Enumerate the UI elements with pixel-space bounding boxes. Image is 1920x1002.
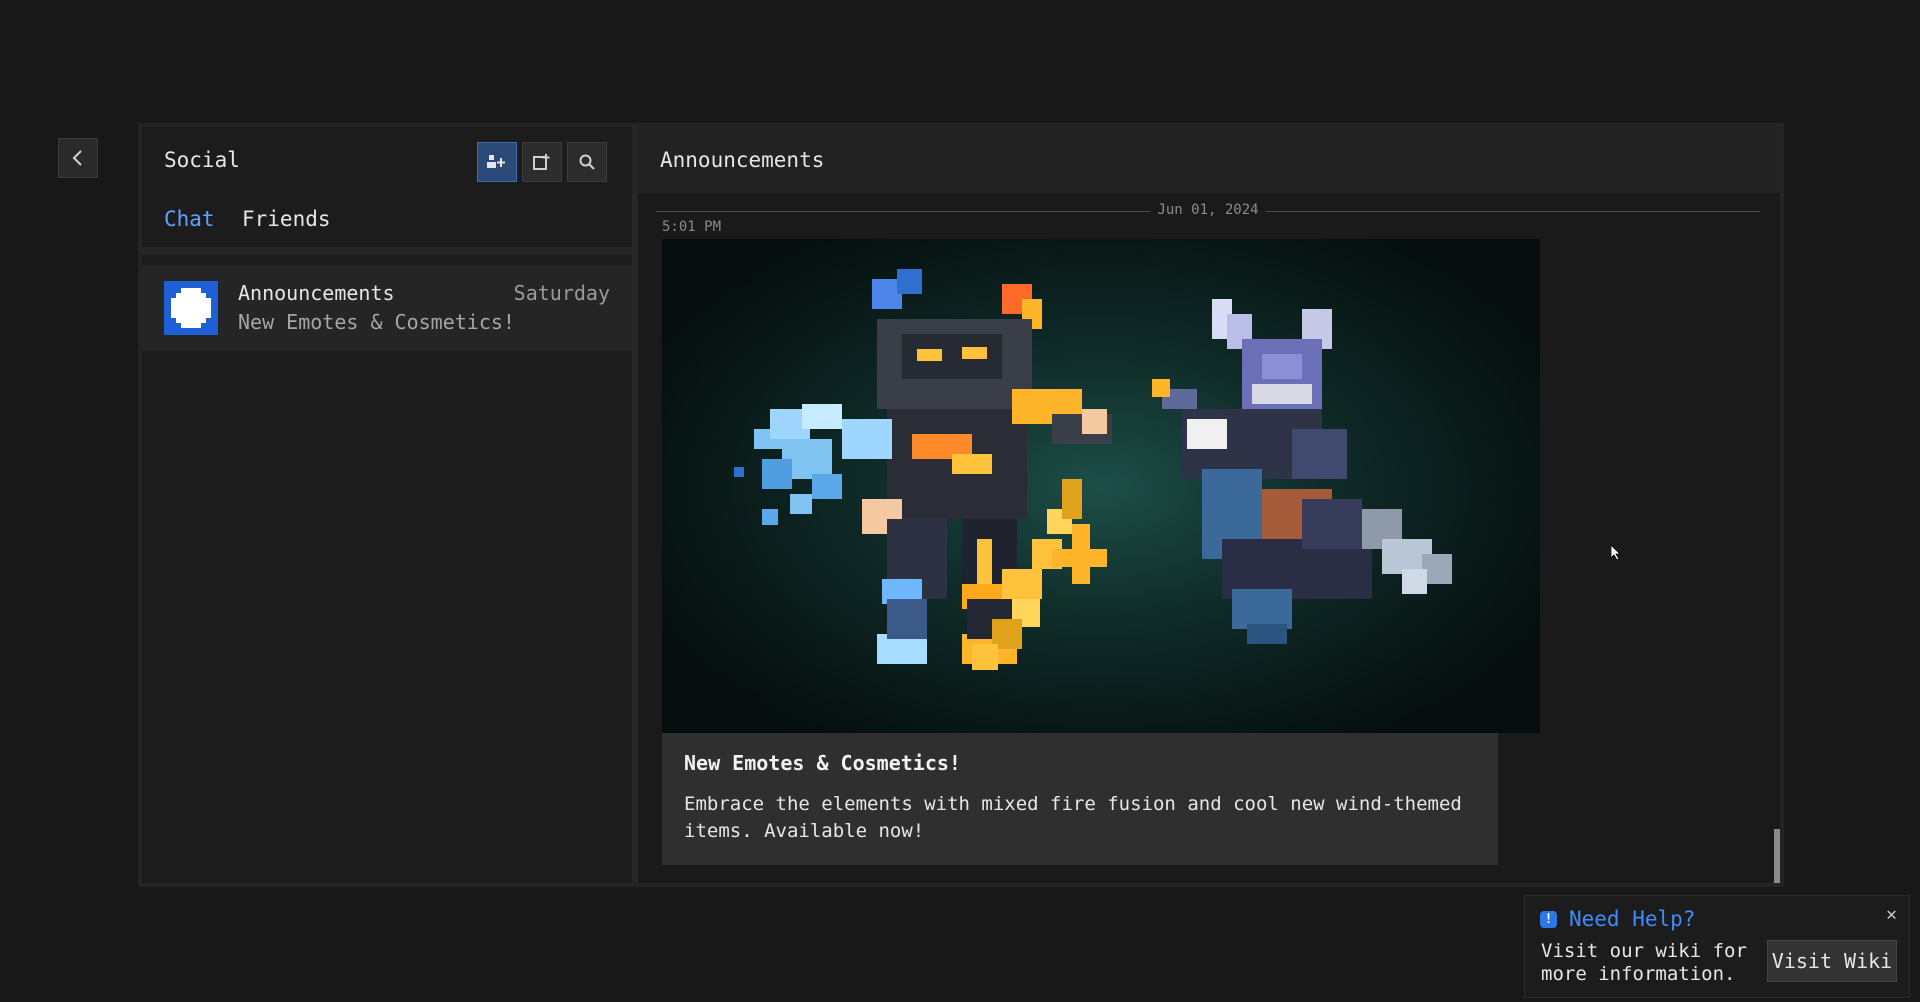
date-line-right (1266, 211, 1760, 212)
announcements-title: Announcements (660, 148, 825, 172)
social-title: Social (164, 148, 240, 172)
conversation-list-empty-area (142, 359, 632, 883)
characters-illustration (734, 269, 1452, 670)
search-button[interactable] (567, 142, 607, 182)
search-icon (579, 154, 595, 170)
announcements-header: Announcements (638, 127, 1780, 193)
close-icon[interactable]: ✕ (1886, 904, 1897, 925)
add-friend-button[interactable] (477, 142, 517, 182)
date-separator: Jun 01, 2024 (656, 201, 1760, 221)
announcements-panel: Announcements Jun 01, 2024 5:01 PM New E… (632, 123, 1784, 887)
back-button[interactable] (58, 138, 98, 178)
social-header: Social (142, 127, 632, 193)
tab-chat[interactable]: Chat (164, 207, 215, 231)
cursor-icon (1611, 545, 1621, 561)
social-panel: Social Chat Friends Announcements Saturd… (138, 123, 632, 887)
fire-character (842, 269, 1112, 664)
wind-wings (734, 404, 842, 525)
conversation-preview: New Emotes & Cosmetics! (238, 310, 515, 334)
conversation-item-announcements[interactable]: Announcements Saturday New Emotes & Cosm… (142, 265, 632, 351)
chevron-left-icon (72, 150, 82, 166)
help-toast: ! Need Help? ✕ Visit our wiki for more i… (1524, 895, 1910, 998)
avatar (164, 281, 218, 335)
share-button[interactable] (522, 142, 562, 182)
tabs-divider (142, 247, 632, 255)
add-friend-icon (487, 155, 505, 168)
help-body: Visit our wiki for more information. (1541, 940, 1747, 985)
announcement-body: Embrace the elements with mixed fire fus… (684, 793, 1462, 842)
announcement-title: New Emotes & Cosmetics! (684, 751, 961, 775)
conversation-day: Saturday (513, 281, 610, 305)
share-icon (533, 154, 550, 170)
tab-friends[interactable]: Friends (242, 207, 331, 231)
announcement-icon (171, 288, 211, 328)
date-text: Jun 01, 2024 (1157, 202, 1259, 218)
scrollbar[interactable] (1774, 193, 1780, 883)
conversation-name: Announcements (238, 281, 395, 305)
message-time: 5:01 PM (662, 219, 722, 235)
announcement-card: New Emotes & Cosmetics! Embrace the elem… (662, 733, 1498, 865)
wind-character (1152, 299, 1452, 644)
announcement-image (662, 239, 1540, 733)
visit-wiki-button[interactable]: Visit Wiki (1767, 940, 1897, 982)
help-title[interactable]: Need Help? (1569, 907, 1695, 931)
social-tabs: Chat Friends (142, 193, 632, 255)
scrollbar-thumb[interactable] (1774, 829, 1780, 883)
info-icon: ! (1540, 911, 1557, 928)
